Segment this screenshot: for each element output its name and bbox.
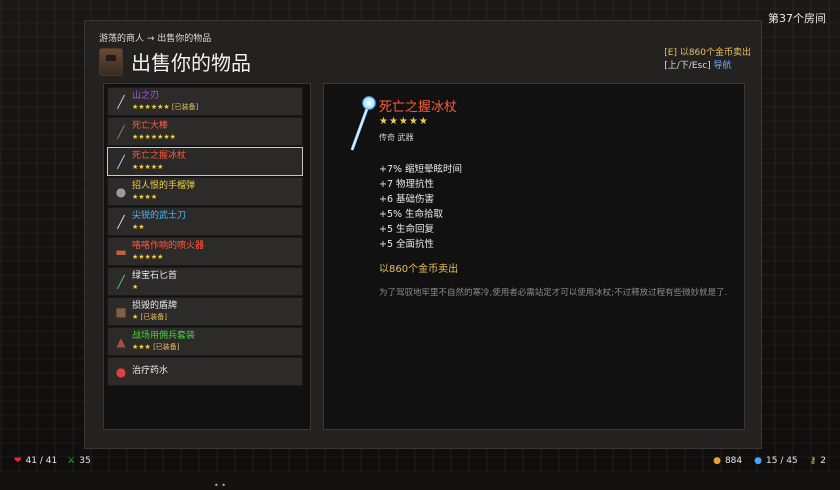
grenade-icon: ●: [115, 184, 127, 199]
gold-value: 884: [724, 456, 743, 466]
keys-value: 2: [820, 456, 826, 466]
inventory-list: ╱ 山之刃 ★★★★★★ [已装备] ╱ 死亡大棒 ★★★★★★★ ╱ 死亡之握冰杖 ★★★★★…: [103, 83, 311, 490]
inventory-item[interactable]: ╱ 绿宝石匕首 ★: [107, 267, 303, 296]
attack-value: 35: [79, 456, 91, 466]
key-icon: ⚷: [809, 456, 817, 466]
equipped-badge: [已装备]: [153, 342, 180, 351]
sell-price: 以860个金币卖出: [379, 264, 459, 275]
status-bar: ❤ 41 / 41 ⚔ 35 ● 884 ● 15 / 45 ⚷ 2: [0, 450, 840, 472]
item-name: 招人恨的手榴弹: [132, 180, 196, 191]
stat-line: +5 生命回复: [379, 224, 435, 235]
nav-label: 导航: [713, 61, 732, 71]
item-rarity-stars: ★★★★★: [379, 116, 429, 127]
mana-drop-icon: ●: [754, 456, 762, 466]
item-name: 死亡之握冰杖: [379, 100, 458, 115]
nav-hint[interactable]: [上/下/Esc] 导航: [664, 60, 751, 73]
item-name: 死亡大棒: [132, 120, 169, 131]
item-detail-panel: 死亡之握冰杖 ★★★★★ 传奇 武器 +7% 缩短晕眩时间 +7 物理抗性 +6…: [323, 83, 745, 430]
page-title: 出售你的物品: [131, 51, 251, 75]
ice-staff-icon: ╱: [117, 154, 125, 169]
item-stars: ★: [132, 312, 139, 321]
title-row: 出售你的物品: [99, 47, 251, 76]
equipped-badge: [已装备]: [140, 312, 167, 321]
inventory-item[interactable]: ╱ 死亡大棒 ★★★★★★★: [107, 117, 303, 146]
item-stars: ★: [132, 282, 139, 291]
sell-hint-text: [E] 以860个金币卖出: [664, 48, 751, 58]
item-name: 治疗药水: [132, 366, 169, 376]
item-stars: ★★★★★★: [132, 102, 170, 111]
gold-stat: ● 884: [713, 456, 742, 466]
health-value: 41 / 41: [25, 456, 58, 466]
heart-icon: ❤: [14, 456, 22, 466]
item-stars: ★★★★★★★: [132, 132, 176, 141]
item-stars-row: ★★★★★★★: [132, 132, 176, 143]
item-name: 绿宝石匕首: [132, 270, 178, 281]
ice-staff-icon: [350, 96, 376, 151]
item-stars: ★★★★★: [132, 252, 164, 261]
nav-keys: [上/下/Esc]: [664, 61, 711, 71]
item-stars-row: ★★★ [已装备]: [132, 342, 195, 353]
item-stars: ★★: [132, 222, 145, 231]
item-name: 战场用佣兵套装: [132, 330, 196, 341]
item-stars-row: ★★: [132, 222, 186, 233]
stat-line: +6 基础伤害: [379, 194, 435, 205]
inventory-item[interactable]: ╱ 死亡之握冰杖 ★★★★★: [107, 147, 303, 176]
sword-icon: ╱: [117, 94, 125, 109]
mana-value: 15 / 45: [766, 456, 798, 466]
armor-icon: ▲: [116, 334, 126, 349]
inventory-item[interactable]: ▲ 战场用佣兵套装 ★★★ [已装备]: [107, 327, 303, 356]
item-stars-row: ★★★★★: [132, 252, 204, 263]
item-stars-row: ★★★★★: [132, 162, 186, 173]
breadcrumb: 游荡的商人 → 出售你的物品: [99, 34, 212, 44]
item-name: 尖锐的武士刀: [132, 210, 187, 221]
inventory-item[interactable]: ╱ 山之刃 ★★★★★★ [已装备]: [107, 87, 303, 116]
item-stars-row: ★ [已装备]: [132, 312, 177, 323]
sell-panel: 游荡的商人 → 出售你的物品 出售你的物品 [E] 以860个金币卖出 [上/下…: [84, 20, 762, 490]
merchant-portrait-icon: [99, 47, 123, 76]
item-stars-row: ★★★★★★ [已装备]: [132, 102, 198, 113]
coin-icon: ●: [713, 456, 721, 466]
sword-icon: ⚔: [67, 456, 76, 466]
controls-hint: [E] 以860个金币卖出 [上/下/Esc] 导航: [664, 47, 751, 73]
item-stars-row: ★★★★: [132, 192, 195, 203]
item-name: 山之刃: [132, 90, 160, 101]
health-stat: ❤ 41 / 41: [14, 456, 57, 466]
inventory-item[interactable]: ▬ 咯咯作响的喷火器 ★★★★★: [107, 237, 303, 266]
club-icon: ╱: [117, 124, 125, 139]
stat-line: +5 全面抗性: [379, 239, 435, 250]
katana-icon: ╱: [117, 214, 125, 229]
inventory-item[interactable]: ■ 损毁的盾牌 ★ [已装备]: [107, 297, 303, 326]
item-type: 传奇 武器: [379, 133, 414, 142]
sell-hint[interactable]: [E] 以860个金币卖出: [664, 47, 751, 60]
shield-icon: ■: [115, 304, 127, 319]
attack-stat: ⚔ 35: [67, 456, 91, 466]
page-indicator[interactable]: • •: [214, 481, 226, 490]
item-stars: ★★★★★: [132, 162, 164, 171]
flamethrower-icon: ▬: [115, 244, 127, 259]
equipped-badge: [已装备]: [171, 102, 199, 111]
item-stars: ★★★★: [132, 192, 158, 201]
item-stars: ★★★: [132, 342, 151, 351]
item-name: 死亡之握冰杖: [132, 150, 187, 161]
item-description: 为了驾驭地牢里不自然的寒冷,使用者必需站定才可以使用冰杖;不过释放过程有些微妙就…: [379, 288, 728, 298]
item-name: 损毁的盾牌: [132, 300, 178, 311]
keys-stat: ⚷ 2: [810, 456, 826, 466]
stat-line: +7% 缩短晕眩时间: [379, 164, 463, 175]
inventory-item[interactable]: ● 治疗药水: [107, 357, 303, 386]
mana-stat: ● 15 / 45: [754, 456, 798, 466]
stat-line: +5% 生命拾取: [379, 209, 444, 220]
inventory-item[interactable]: ● 招人恨的手榴弹 ★★★★: [107, 177, 303, 206]
stat-line: +7 物理抗性: [379, 179, 435, 190]
room-counter: 第37个房间: [768, 12, 826, 25]
dagger-icon: ╱: [117, 274, 125, 289]
item-stars-row: ★: [132, 282, 177, 293]
potion-icon: ●: [115, 364, 127, 379]
inventory-item[interactable]: ╱ 尖锐的武士刀 ★★: [107, 207, 303, 236]
item-name: 咯咯作响的喷火器: [132, 240, 205, 251]
item-stats: +7% 缩短晕眩时间 +7 物理抗性 +6 基础伤害 +5% 生命拾取 +5 生…: [379, 162, 462, 252]
